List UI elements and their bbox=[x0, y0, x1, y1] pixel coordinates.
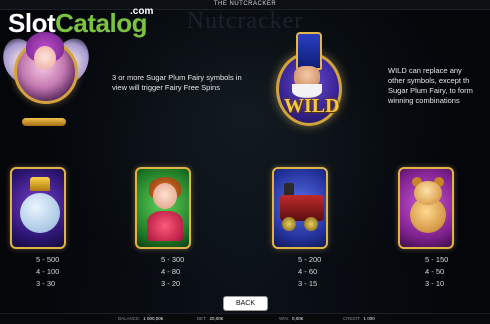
fairy-face bbox=[34, 46, 56, 70]
teddy-bear-icon bbox=[414, 181, 442, 205]
clara-symbol bbox=[135, 167, 191, 249]
wild-description-line: other symbols, except th bbox=[388, 76, 470, 85]
wild-description-line: WILD can replace any bbox=[388, 66, 462, 75]
train-wheel bbox=[282, 217, 296, 231]
clara-dress bbox=[147, 211, 183, 241]
payout-row: 4 - 100 bbox=[36, 267, 60, 276]
balance-value: 1 000,00€ bbox=[143, 316, 164, 321]
payout-row: 4 - 80 bbox=[161, 267, 181, 276]
wild-description-line: winning combinations bbox=[388, 96, 460, 105]
wild-feature-description: WILD can replace any other symbols, exce… bbox=[388, 66, 490, 106]
status-bar: BALANCE: 1 000,00€ BET: 20,00€ WIN: 0,00€ C… bbox=[0, 313, 490, 324]
wild-description-line: Sugar Plum Fairy, to form bbox=[388, 86, 473, 95]
payout-row: 3 - 30 bbox=[36, 279, 56, 288]
credit-value: 1 000 bbox=[363, 316, 375, 321]
balance-label: BALANCE: bbox=[118, 316, 141, 321]
wild-label: WILD bbox=[284, 95, 340, 117]
bet-value: 20,00€ bbox=[209, 316, 224, 321]
fairy-feature-description: 3 or more Sugar Plum Fairy symbols in vi… bbox=[112, 73, 242, 92]
fairy-medallion-base bbox=[22, 118, 66, 126]
train-wheel bbox=[304, 217, 318, 231]
back-button[interactable]: BACK bbox=[223, 296, 268, 311]
game-title-watermark: Nutcracker bbox=[186, 8, 304, 34]
logo-com-text: .com bbox=[130, 6, 154, 17]
mouse-king-body bbox=[20, 193, 60, 233]
payout-row: 5 - 200 bbox=[298, 255, 322, 264]
win-label: WIN: bbox=[279, 316, 289, 321]
bet-label: BET: bbox=[197, 316, 207, 321]
teddy-bear-symbol bbox=[398, 167, 454, 249]
payout-row: 4 - 50 bbox=[425, 267, 445, 276]
payout-row: 4 - 60 bbox=[298, 267, 318, 276]
toy-train-payouts: 5 - 200 4 - 60 3 - 15 bbox=[298, 254, 358, 290]
payout-row: 5 - 300 bbox=[161, 255, 185, 264]
payout-row: 3 - 15 bbox=[298, 279, 318, 288]
teddy-bear-payouts: 5 - 150 4 - 50 3 - 10 bbox=[425, 254, 485, 290]
payout-row: 5 - 150 bbox=[425, 255, 449, 264]
payout-row: 3 - 10 bbox=[425, 279, 445, 288]
nutcracker-hat bbox=[296, 32, 322, 70]
payout-row: 3 - 20 bbox=[161, 279, 181, 288]
toy-train-symbol bbox=[272, 167, 328, 249]
payout-row: 5 - 500 bbox=[36, 255, 60, 264]
mouse-king-payouts: 5 - 500 4 - 100 3 - 30 bbox=[36, 254, 96, 290]
crown-icon bbox=[30, 177, 50, 191]
credit-label: CREDIT: bbox=[343, 316, 361, 321]
mouse-king-symbol bbox=[10, 167, 66, 249]
win-value: 0,00€ bbox=[292, 316, 304, 321]
clara-face bbox=[153, 183, 177, 209]
clara-payouts: 5 - 300 4 - 80 3 - 20 bbox=[161, 254, 221, 290]
